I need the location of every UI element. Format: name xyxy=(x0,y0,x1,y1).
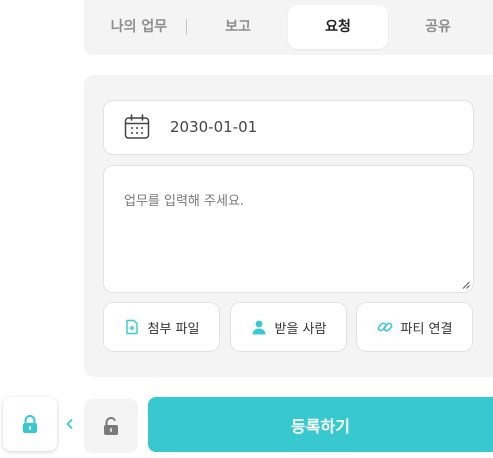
task-input-placeholder: 업무를 입력해 주세요. xyxy=(124,194,245,209)
link-icon xyxy=(377,322,392,332)
task-input[interactable]: 업무를 입력해 주세요. xyxy=(103,165,474,293)
tab-divider xyxy=(186,19,187,35)
tab-my-tasks[interactable]: 나의 업무 xyxy=(92,5,186,49)
tab-bar: 나의 업무 보고 요청 공유 xyxy=(84,0,493,55)
tab-share[interactable]: 공유 xyxy=(388,5,488,49)
party-link-label: 파티 연결 xyxy=(400,321,453,337)
recipient-button[interactable]: 받을 사람 xyxy=(230,302,347,352)
public-unlock-button[interactable] xyxy=(84,399,138,453)
date-picker[interactable]: 2030-01-01 xyxy=(103,100,474,155)
tab-request[interactable]: 요청 xyxy=(288,5,388,49)
file-plus-icon xyxy=(125,319,138,335)
submit-button[interactable]: 등록하기 xyxy=(148,397,493,452)
resize-handle-icon[interactable] xyxy=(462,281,470,289)
person-icon xyxy=(252,320,265,335)
submit-label: 등록하기 xyxy=(291,416,350,436)
recipient-label: 받을 사람 xyxy=(274,321,327,337)
private-lock-button[interactable] xyxy=(3,397,57,451)
lock-icon xyxy=(23,415,37,433)
date-value: 2030-01-01 xyxy=(170,118,258,136)
calendar-icon xyxy=(124,114,150,139)
tab-report[interactable]: 보고 xyxy=(188,5,288,49)
chevron-left-icon[interactable] xyxy=(63,415,75,433)
request-form-panel: 2030-01-01 업무를 입력해 주세요. 첨부 파일 받을 사람 파티 연… xyxy=(84,75,493,377)
attach-file-label: 첨부 파일 xyxy=(147,321,200,337)
party-link-button[interactable]: 파티 연결 xyxy=(356,302,473,352)
attach-file-button[interactable]: 첨부 파일 xyxy=(103,302,220,352)
unlock-icon xyxy=(104,417,118,435)
